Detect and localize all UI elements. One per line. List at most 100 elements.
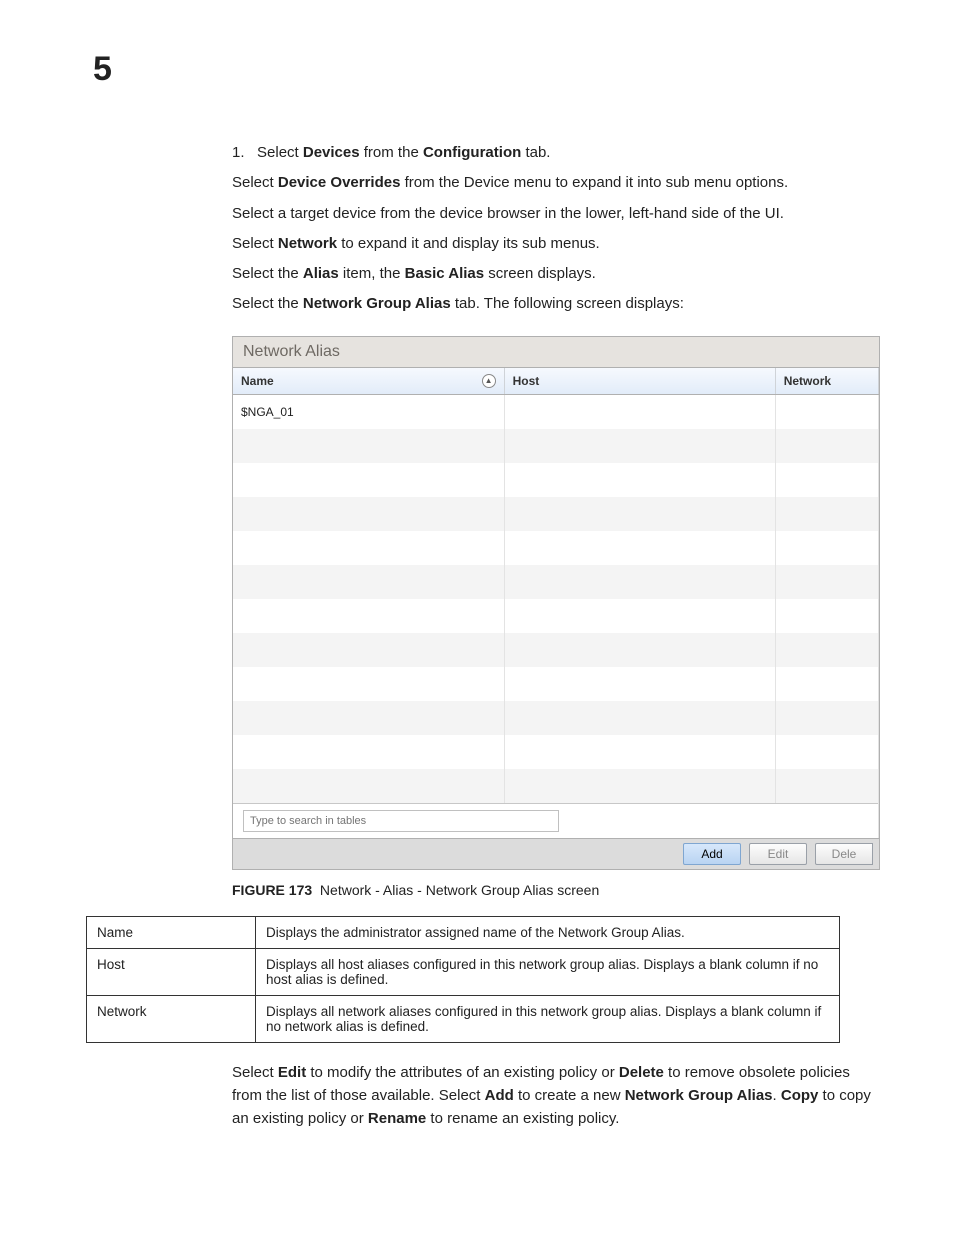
figure-number: FIGURE 173: [232, 882, 312, 898]
table-row[interactable]: $NGA_01: [233, 394, 879, 429]
cell-network: [775, 429, 878, 463]
cell-network: [775, 497, 878, 531]
network-alias-table: Name ▲ Host Network $NGA_01: [233, 368, 879, 803]
delete-button[interactable]: Dele: [815, 843, 873, 865]
cell-host: [504, 633, 775, 667]
table-row[interactable]: [233, 735, 879, 769]
cell-name: [233, 531, 504, 565]
text: tab. The following screen displays:: [451, 295, 684, 312]
cell-name: [233, 463, 504, 497]
text: to rename an existing policy.: [426, 1110, 619, 1127]
text: Select: [232, 174, 278, 191]
desc-row: NetworkDisplays all network aliases conf…: [87, 995, 840, 1042]
step-2: Select Device Overrides from the Device …: [232, 170, 874, 196]
text-bold: Alias: [303, 265, 339, 282]
text-bold: Copy: [781, 1087, 819, 1104]
text-bold: Rename: [368, 1110, 426, 1127]
cell-name: [233, 667, 504, 701]
text-bold: Network Group Alias: [303, 295, 451, 312]
text: .: [773, 1087, 781, 1104]
desc-row: NameDisplays the administrator assigned …: [87, 916, 840, 948]
col-network[interactable]: Network: [775, 368, 878, 395]
step-6: Select the Network Group Alias tab. The …: [232, 291, 874, 317]
cell-name: [233, 769, 504, 803]
cell-host: [504, 394, 775, 429]
step-5: Select the Alias item, the Basic Alias s…: [232, 261, 874, 287]
text-bold: Network Group Alias: [625, 1087, 773, 1104]
cell-name: [233, 429, 504, 463]
text: from the Device menu to expand it into s…: [400, 174, 788, 191]
cell-host: [504, 735, 775, 769]
cell-host: [504, 497, 775, 531]
step-4: Select Network to expand it and display …: [232, 231, 874, 257]
cell-name: [233, 701, 504, 735]
add-button[interactable]: Add: [683, 843, 741, 865]
figure-caption: FIGURE 173 Network - Alias - Network Gro…: [232, 882, 874, 898]
closing-paragraph: Select Edit to modify the attributes of …: [232, 1061, 874, 1131]
step-1: 1. Select Devices from the Configuration…: [232, 140, 874, 166]
desc-key: Host: [87, 948, 256, 995]
screenshot-network-alias: Network Alias Name ▲ Host Network: [232, 336, 880, 870]
cell-host: [504, 599, 775, 633]
text: from the: [360, 144, 423, 161]
cell-network: [775, 565, 878, 599]
text: screen displays.: [484, 265, 596, 282]
cell-name: [233, 633, 504, 667]
cell-network: [775, 633, 878, 667]
sort-asc-icon[interactable]: ▲: [482, 374, 496, 388]
text-bold: Device Overrides: [278, 174, 401, 191]
col-label: Name: [241, 374, 274, 388]
table-row[interactable]: [233, 463, 879, 497]
cell-network: [775, 735, 878, 769]
text: to modify the attributes of an existing …: [306, 1064, 619, 1081]
text-bold: Devices: [303, 144, 360, 161]
cell-name: [233, 497, 504, 531]
text: Select the: [232, 265, 303, 282]
table-row[interactable]: [233, 599, 879, 633]
cell-network: [775, 394, 878, 429]
desc-key: Name: [87, 916, 256, 948]
table-row[interactable]: [233, 531, 879, 565]
cell-network: [775, 667, 878, 701]
cell-host: [504, 701, 775, 735]
table-row[interactable]: [233, 769, 879, 803]
table-row[interactable]: [233, 565, 879, 599]
chapter-number: 5: [93, 50, 112, 89]
table-search-input[interactable]: [243, 810, 559, 832]
text: to create a new: [514, 1087, 625, 1104]
cell-name: [233, 599, 504, 633]
table-row[interactable]: [233, 497, 879, 531]
cell-network: [775, 769, 878, 803]
text-bold: Network: [278, 235, 337, 252]
text-bold: Configuration: [423, 144, 521, 161]
cell-host: [504, 565, 775, 599]
text: Select: [232, 1064, 278, 1081]
table-row[interactable]: [233, 633, 879, 667]
figure-title: Network - Alias - Network Group Alias sc…: [320, 882, 599, 898]
table-row[interactable]: [233, 667, 879, 701]
desc-key: Network: [87, 995, 256, 1042]
cell-host: [504, 429, 775, 463]
desc-value: Displays all host aliases configured in …: [256, 948, 840, 995]
steps-block: 1. Select Devices from the Configuration…: [232, 140, 874, 318]
cell-network: [775, 599, 878, 633]
text-bold: Edit: [278, 1064, 306, 1081]
description-table: NameDisplays the administrator assigned …: [86, 916, 840, 1043]
cell-network: [775, 701, 878, 735]
step-3: Select a target device from the device b…: [232, 201, 874, 227]
cell-name: [233, 735, 504, 769]
table-row[interactable]: [233, 429, 879, 463]
text-bold: Basic Alias: [405, 265, 485, 282]
cell-name: $NGA_01: [233, 394, 504, 429]
cell-host: [504, 463, 775, 497]
col-host[interactable]: Host: [504, 368, 775, 395]
edit-button[interactable]: Edit: [749, 843, 807, 865]
col-name[interactable]: Name ▲: [233, 368, 504, 395]
text: Select: [257, 144, 303, 161]
desc-value: Displays all network aliases configured …: [256, 995, 840, 1042]
text-bold: Add: [485, 1087, 514, 1104]
cell-network: [775, 531, 878, 565]
table-row[interactable]: [233, 701, 879, 735]
text: to expand it and display its sub menus.: [337, 235, 600, 252]
text: item, the: [339, 265, 405, 282]
